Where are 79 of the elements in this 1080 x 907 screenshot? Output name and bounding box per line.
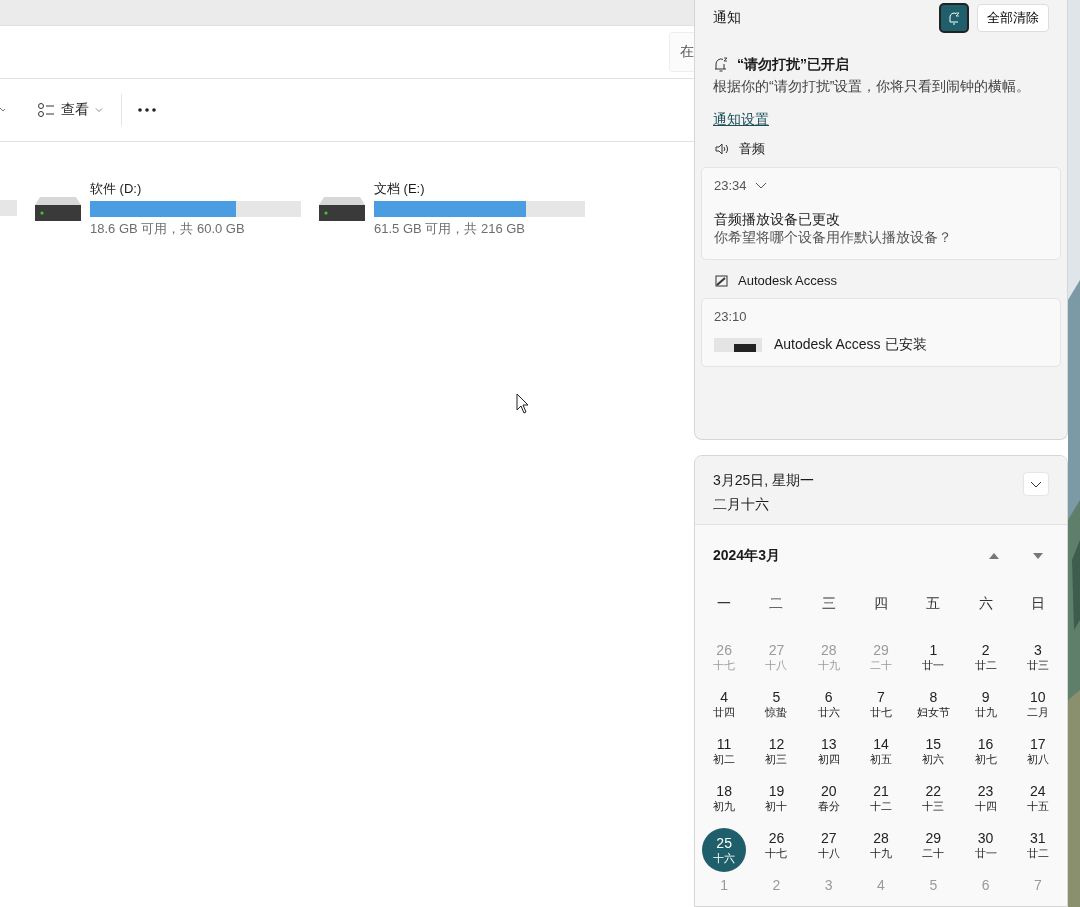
calendar-day[interactable]: 8 妇女节 (911, 687, 956, 734)
calendar-day[interactable]: 19 初十 (754, 781, 799, 828)
weekday-label: 三 (820, 595, 837, 613)
notification-card[interactable]: 23:10 Autodesk Access 已安装 (701, 298, 1061, 367)
speaker-icon (715, 143, 729, 155)
calendar-day[interactable]: 13 初四 (806, 734, 851, 781)
notification-text: 你希望将哪个设备用作默认播放设备？ (714, 229, 953, 247)
drive-space: 18.6 GB 可用，共 60.0 GB (90, 220, 246, 238)
bell-icon (713, 57, 729, 73)
panel-title: 通知 (713, 9, 742, 27)
calendar-day[interactable]: 7 廿七 (859, 687, 903, 734)
next-month-icon[interactable] (1033, 552, 1043, 560)
notification-title: 音频播放设备已更改 (714, 211, 841, 229)
calendar-day[interactable]: 28 十九 (859, 828, 903, 875)
drive-name: 软件 (D:) (90, 180, 143, 198)
app-icon (714, 338, 762, 352)
calendar-day[interactable]: 31 廿二 (1015, 828, 1060, 875)
weekday-label: 四 (873, 595, 889, 613)
settings-link[interactable]: 通知设置 (713, 111, 769, 129)
app-name: Autodesk Access (738, 272, 837, 288)
calendar-day[interactable]: 26 十七 (754, 828, 799, 875)
calendar-day[interactable]: 23 十四 (963, 781, 1008, 828)
calendar-day[interactable]: 15 初六 (911, 734, 956, 781)
notification-card[interactable]: 23:34 音频播放设备已更改 你希望将哪个设备用作默认播放设备？ (701, 167, 1061, 260)
calendar-day[interactable]: 24 十五 (1015, 781, 1060, 828)
calendar-day[interactable]: 3 廿三 (1015, 640, 1060, 687)
weekday-label: 二 (768, 595, 785, 613)
chevron-icon (95, 107, 103, 113)
notice-text: 根据你的“请勿打扰”设置，你将只看到闹钟的横幅。 (713, 77, 1031, 96)
bell-icon (947, 11, 961, 25)
drive-name: 文档 (E:) (374, 180, 426, 198)
weekday-label: 一 (716, 595, 733, 613)
month-title: 2024年3月 (713, 547, 781, 565)
chevron-icon[interactable] (754, 182, 767, 189)
calendar-day[interactable]: 11 初二 (702, 734, 747, 781)
app-icon (715, 273, 728, 287)
calendar-day[interactable]: 6 廿六 (806, 687, 851, 734)
calendar-day[interactable]: 17 初八 (1015, 734, 1060, 781)
chevron-icon (0, 107, 5, 113)
calendar-day[interactable]: 12 初三 (754, 734, 799, 781)
calendar-day[interactable]: 10 二月 (1015, 687, 1060, 734)
weekday-label: 五 (925, 595, 942, 613)
calendar-day[interactable]: 9 廿九 (963, 687, 1008, 734)
date-label: 3月25日, 星期一 (713, 472, 816, 490)
clear-all-button[interactable]: 全部清除 (977, 4, 1049, 32)
drive-space: 61.5 GB 可用，共 216 GB (374, 220, 526, 238)
notification-time: 23:34 (714, 178, 747, 193)
search-field[interactable]: 在 (669, 32, 694, 72)
calendar-day[interactable]: 29 二十 (911, 828, 956, 875)
weekday-label: 日 (1029, 595, 1046, 613)
notification-time: 23:10 (714, 309, 747, 324)
storage-bar (0, 200, 17, 216)
calendar-day[interactable]: 14 初五 (859, 734, 903, 781)
calendar-day[interactable]: 4 廿四 (702, 687, 747, 734)
calendar-day[interactable]: 20 春分 (806, 781, 851, 828)
drive-icon[interactable] (318, 197, 366, 223)
cursor-icon (516, 393, 530, 414)
weekday-label: 六 (977, 595, 994, 613)
calendar-day[interactable]: 21 十二 (859, 781, 903, 828)
lunar-date: 二月十六 (713, 496, 770, 514)
calendar-day[interactable]: 30 廿一 (963, 828, 1008, 875)
notification-title: Autodesk Access 已安装 (774, 336, 927, 354)
chevron-icon (1030, 480, 1042, 488)
view-button[interactable]: 查看 (35, 97, 105, 123)
more-icon[interactable] (138, 108, 156, 112)
notice-title: “请勿打扰”已开启 (737, 56, 849, 74)
calendar-day[interactable]: 5 惊蛰 (754, 687, 799, 734)
calendar-day[interactable]: 27 十八 (806, 828, 851, 875)
calendar-day[interactable]: 22 十三 (911, 781, 956, 828)
calendar-day[interactable]: 1 廿一 (911, 640, 956, 687)
calendar-day[interactable]: 16 初七 (963, 734, 1008, 781)
previous-month-icon[interactable] (989, 552, 999, 560)
app-name: 音频 (739, 140, 765, 158)
calendar-day[interactable]: 2 廿二 (963, 640, 1008, 687)
calendar-day[interactable]: 18 初九 (702, 781, 747, 828)
calendar-day[interactable]: 25 十六 (702, 828, 747, 872)
do-not-disturb-button[interactable] (939, 3, 969, 33)
view-icon (37, 102, 55, 118)
drive-icon[interactable] (34, 197, 82, 223)
